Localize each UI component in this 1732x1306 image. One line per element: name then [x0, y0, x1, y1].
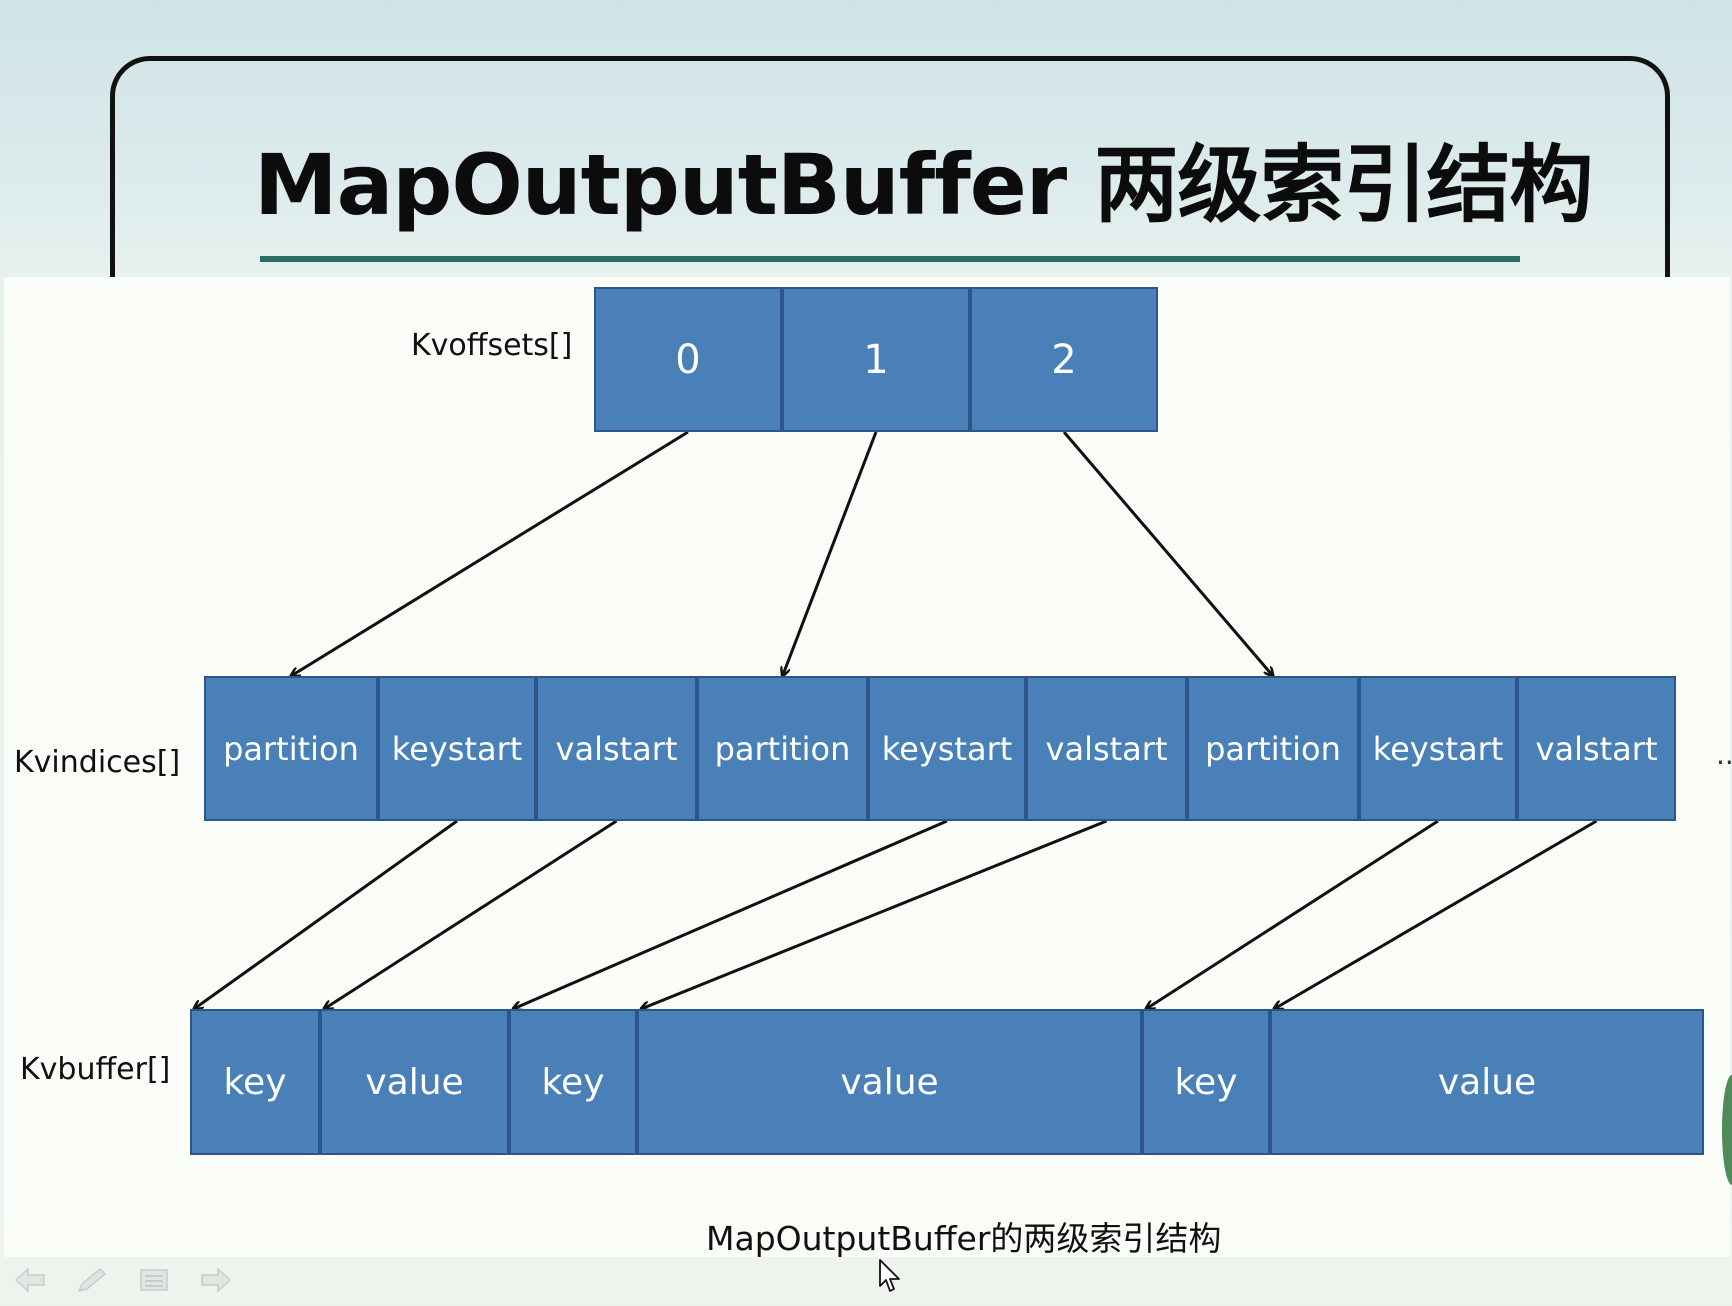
kvindices-cell: keystart: [1359, 676, 1517, 821]
kvindices-cell: keystart: [378, 676, 536, 821]
slideshow-nav-bar: [12, 1262, 234, 1298]
kvindices-cell: keystart: [868, 676, 1026, 821]
kvoffsets-label: Kvoffsets[]: [411, 328, 573, 363]
kvindices-cell: valstart: [1517, 676, 1676, 821]
kvbuffer-cell: key: [509, 1009, 637, 1155]
kvbuffer-cell: key: [190, 1009, 320, 1155]
kvoffsets-array: 0 1 2: [594, 287, 1158, 432]
kvindices-cell: partition: [697, 676, 868, 821]
kvindices-cell: valstart: [1026, 676, 1187, 821]
kvindices-cell: partition: [1187, 676, 1359, 821]
slide-title: MapOutputBuffer 两级索引结构: [254, 136, 1593, 234]
kvbuffer-cell: key: [1142, 1009, 1270, 1155]
arrow-left-icon[interactable]: [12, 1262, 48, 1298]
kvindices-label: Kvindices[]: [14, 745, 181, 780]
menu-icon[interactable]: [136, 1262, 172, 1298]
kvbuffer-label: Kvbuffer[]: [20, 1052, 171, 1087]
kvoffsets-cell: 2: [970, 287, 1158, 432]
title-underline: [260, 256, 1520, 262]
kvindices-array: partition keystart valstart partition ke…: [204, 676, 1676, 821]
kvindices-cell: partition: [204, 676, 378, 821]
kvbuffer-cell: value: [637, 1009, 1142, 1155]
mouse-cursor-icon: [878, 1258, 904, 1298]
kvbuffer-cell: value: [1270, 1009, 1704, 1155]
kvoffsets-cell: 1: [782, 287, 970, 432]
figure-caption: MapOutputBuffer的两级索引结构: [706, 1219, 1222, 1258]
arrow-right-icon[interactable]: [198, 1262, 234, 1298]
kvindices-continuation: ...: [1716, 738, 1732, 771]
kvoffsets-cell: 0: [594, 287, 782, 432]
kvbuffer-cell: value: [320, 1009, 509, 1155]
kvindices-cell: valstart: [536, 676, 697, 821]
kvbuffer-array: key value key value key value: [190, 1009, 1704, 1155]
pen-icon[interactable]: [74, 1262, 110, 1298]
